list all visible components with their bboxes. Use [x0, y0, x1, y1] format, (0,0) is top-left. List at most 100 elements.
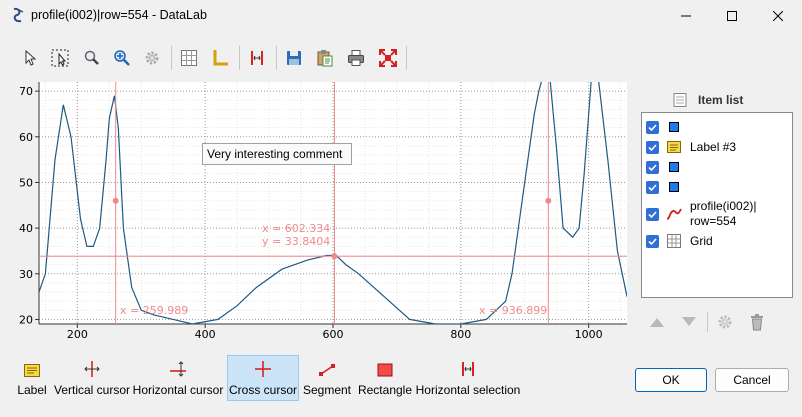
- item-settings-button[interactable]: [716, 313, 734, 331]
- close-button[interactable]: [755, 0, 801, 32]
- tool-horizontal-cursor[interactable]: Horizontal cursor: [132, 356, 224, 400]
- save-button[interactable]: [282, 46, 306, 70]
- zoom-box-button[interactable]: [48, 46, 72, 70]
- curve-icon: [666, 206, 682, 222]
- vertical-cursor-handle: [545, 197, 552, 204]
- checkbox[interactable]: [646, 160, 659, 174]
- select-arrow-icon: [25, 50, 37, 66]
- checkbox[interactable]: [646, 140, 659, 154]
- app-icon: [13, 7, 24, 23]
- fit-to-window-icon: [379, 49, 397, 67]
- cursor-right-x-label: x = 936.899: [479, 304, 547, 317]
- settings-button[interactable]: [140, 46, 164, 70]
- zoom-box-icon: [51, 49, 69, 67]
- tool-label-text: Horizontal selection: [415, 383, 521, 397]
- title-bar: profile(i002)|row=554 - DataLab: [0, 0, 802, 32]
- print-button[interactable]: [344, 46, 368, 70]
- comment-label[interactable]: Very interesting comment: [202, 143, 352, 165]
- close-icon: [773, 11, 783, 21]
- window-title: profile(i002)|row=554 - DataLab: [31, 8, 207, 22]
- tool-vertical-cursor[interactable]: Vertical cursor: [53, 356, 131, 400]
- ok-button[interactable]: OK: [635, 368, 707, 392]
- cursors-button[interactable]: [245, 46, 269, 70]
- cross-cursor-icon: [255, 361, 271, 377]
- save-icon: [287, 51, 301, 65]
- cursor-left-x-label: x = 259.989: [120, 304, 188, 317]
- check-icon: [648, 183, 657, 191]
- list-item[interactable]: [646, 179, 690, 195]
- gear-icon: [718, 315, 732, 329]
- plot-area[interactable]: 200 400 600 800 1000 20 30 40 50 60 70 x = 259.989…: [10, 82, 630, 352]
- item-label: profile(i002)| row=554: [690, 199, 757, 228]
- label-icon: [24, 364, 40, 377]
- item-list-title: Item list: [698, 93, 744, 107]
- tool-segment[interactable]: Segment: [302, 356, 352, 400]
- list-icon: [673, 93, 687, 107]
- tool-label-text: Vertical cursor: [53, 383, 131, 397]
- x-tick-label: 200: [67, 328, 88, 341]
- plot-canvas: 200 400 600 800 1000 20 30 40 50 60 70 x = 259.989…: [19, 82, 627, 341]
- printer-icon: [348, 50, 364, 66]
- tool-cross-cursor[interactable]: Cross cursor: [227, 355, 299, 401]
- autoscale-button[interactable]: [110, 46, 134, 70]
- tool-label-text: Horizontal cursor: [132, 383, 224, 397]
- list-item[interactable]: [646, 159, 690, 175]
- segment-icon: [319, 364, 335, 376]
- clipboard-icon: [317, 50, 333, 67]
- checkbox[interactable]: [646, 120, 659, 134]
- tool-rectangle[interactable]: Rectangle: [356, 356, 414, 400]
- tool-label-text: Label: [17, 383, 47, 397]
- fit-button[interactable]: [376, 46, 400, 70]
- select-tool-button[interactable]: [18, 46, 42, 70]
- triangle-up-icon: [650, 318, 664, 327]
- horizontal-cursor-icon: [170, 361, 186, 377]
- list-item[interactable]: Label #3: [646, 139, 736, 155]
- toolbar-separator: [239, 46, 240, 70]
- item-list: Label #3 profile(i002)| row=554 Grid: [641, 112, 793, 298]
- zoom-button[interactable]: [80, 46, 104, 70]
- axes-button[interactable]: [208, 46, 232, 70]
- cancel-button[interactable]: Cancel: [715, 368, 789, 392]
- delete-item-button[interactable]: [748, 313, 766, 331]
- move-down-button[interactable]: [680, 313, 698, 331]
- x-tick-label: 1000: [575, 328, 603, 341]
- tool-label-text: Rectangle: [357, 383, 413, 397]
- tool-label-text: Segment: [302, 383, 352, 397]
- grid-icon: [181, 50, 197, 66]
- y-tick-label: 40: [19, 222, 33, 235]
- toolbar-separator: [406, 46, 407, 70]
- copy-button[interactable]: [313, 46, 337, 70]
- check-icon: [648, 210, 657, 218]
- tool-label[interactable]: Label: [12, 356, 52, 400]
- check-icon: [648, 143, 657, 151]
- y-tick-label: 20: [19, 313, 33, 326]
- checkbox[interactable]: [646, 234, 659, 248]
- move-up-button[interactable]: [648, 313, 666, 331]
- item-label: Grid: [690, 233, 713, 248]
- list-item[interactable]: [646, 119, 690, 135]
- gear-icon: [145, 51, 159, 65]
- cross-cursor-x-label: x = 602.334: [262, 222, 330, 235]
- check-icon: [648, 237, 657, 245]
- vertical-cursors-icon: [251, 51, 263, 65]
- tool-horizontal-selection[interactable]: Horizontal selection: [415, 356, 521, 400]
- maximize-button[interactable]: [709, 0, 755, 32]
- toolbar-separator: [171, 46, 172, 70]
- check-icon: [648, 163, 657, 171]
- y-tick-label: 30: [19, 268, 33, 281]
- list-item[interactable]: profile(i002)| row=554: [646, 199, 756, 229]
- grid-button[interactable]: [177, 46, 201, 70]
- list-item[interactable]: Grid: [646, 233, 713, 249]
- checkbox[interactable]: [646, 207, 659, 221]
- minimize-button[interactable]: [663, 0, 709, 32]
- checkbox[interactable]: [646, 180, 659, 194]
- square-marker-icon: [666, 159, 682, 175]
- toolbar-separator: [276, 46, 277, 70]
- triangle-down-icon: [682, 317, 696, 326]
- item-label: Label #3: [690, 139, 737, 154]
- y-tick-label: 50: [19, 176, 33, 189]
- maximize-icon: [727, 11, 737, 21]
- x-tick-label: 800: [450, 328, 471, 341]
- tool-label-text: Cross cursor: [228, 383, 297, 397]
- panel-separator: [707, 312, 708, 332]
